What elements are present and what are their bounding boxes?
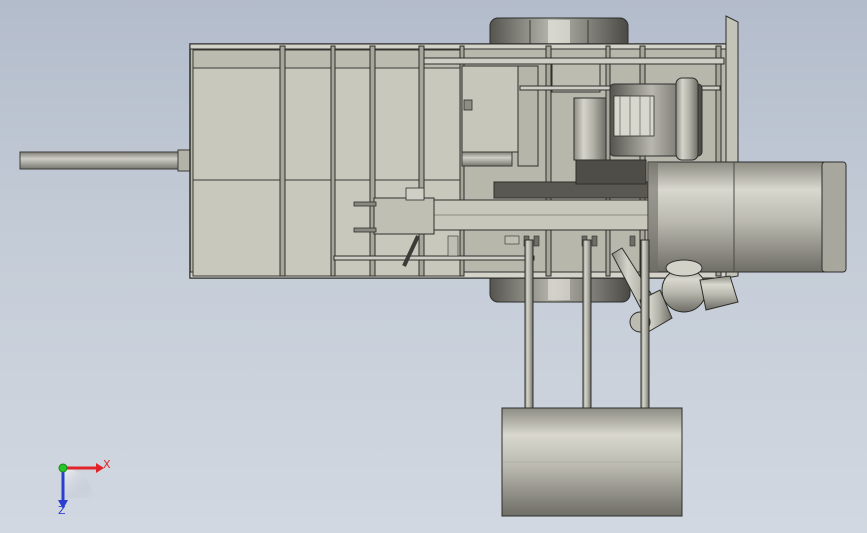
triad-plane [63, 468, 93, 498]
bottom-tank[interactable] [501, 407, 683, 517]
cad-3d-viewport[interactable]: X Z [0, 0, 867, 533]
x-axis-label: X [103, 458, 111, 471]
orientation-triad[interactable]: X Z [58, 458, 111, 517]
mid-shaft[interactable] [461, 151, 513, 167]
z-axis-label: Z [58, 504, 66, 517]
right-cylinder[interactable] [647, 161, 847, 273]
left-shaft[interactable] [19, 149, 191, 172]
model-drawing[interactable]: X Z [0, 0, 867, 533]
y-axis-dot [58, 463, 68, 473]
